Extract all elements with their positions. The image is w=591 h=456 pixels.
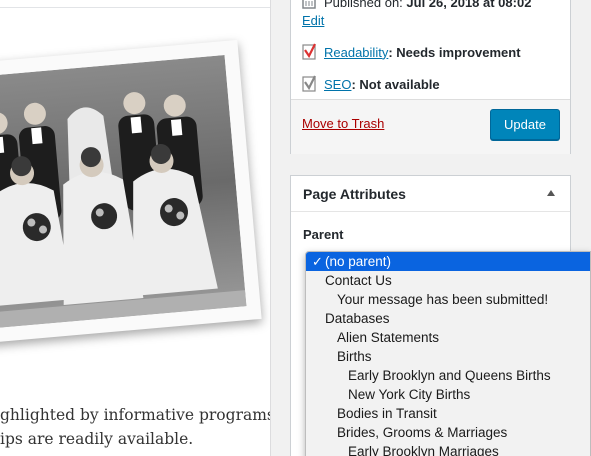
editor-text-line: ghlighted by informative programs — [0, 406, 271, 424]
publish-actions: Move to Trash Update — [291, 99, 570, 154]
seo-score-icon — [302, 75, 318, 93]
parent-option[interactable]: Databases — [306, 309, 590, 328]
editor-canvas: ghlighted by informative programs ips ar… — [0, 0, 271, 456]
published-prefix: Published on: — [324, 0, 403, 10]
option-label: New York City Births — [348, 387, 471, 402]
publish-box: Published on: Jul 26, 2018 at 08:02 Edit… — [290, 0, 571, 154]
parent-option[interactable]: Brides, Grooms & Marriages — [306, 423, 590, 442]
seo-link[interactable]: SEO — [324, 77, 351, 92]
calendar-icon — [302, 0, 318, 11]
page-attributes-title: Page Attributes — [303, 186, 406, 202]
parent-option[interactable]: Alien Statements — [306, 328, 590, 347]
option-label: Databases — [325, 311, 390, 326]
parent-option[interactable]: Early Brooklyn Marriages — [306, 442, 590, 456]
readability-status: : Needs improvement — [388, 44, 521, 60]
readability-score-icon — [302, 43, 318, 61]
option-label: Early Brooklyn and Queens Births — [348, 368, 551, 383]
seo-row: SEO: Not available — [302, 75, 440, 93]
collapse-arrow-icon[interactable] — [547, 190, 555, 196]
option-label: Alien Statements — [337, 330, 440, 345]
published-on-row: Published on: Jul 26, 2018 at 08:02 — [302, 0, 531, 11]
readability-link[interactable]: Readability — [324, 45, 388, 60]
page-attributes-header[interactable]: Page Attributes — [291, 176, 570, 212]
readability-row: Readability: Needs improvement — [302, 43, 521, 61]
option-label: Bodies in Transit — [337, 406, 437, 421]
editor-body-text[interactable]: ghlighted by informative programs ips ar… — [0, 406, 271, 454]
parent-option[interactable]: Contact Us — [306, 271, 590, 290]
seo-status: : Not available — [351, 76, 440, 92]
parent-option[interactable]: Bodies in Transit — [306, 404, 590, 423]
wedding-photo-frame[interactable] — [0, 39, 262, 345]
option-label: Births — [337, 349, 372, 364]
checkmark-icon: ✓ — [312, 254, 323, 269]
edit-date-link[interactable]: Edit — [302, 13, 324, 28]
published-date: Jul 26, 2018 at 08:02 — [406, 0, 532, 10]
parent-option[interactable]: Births — [306, 347, 590, 366]
move-to-trash-link[interactable]: Move to Trash — [302, 116, 384, 131]
parent-option[interactable]: New York City Births — [306, 385, 590, 404]
parent-option[interactable]: Your message has been submitted! — [306, 290, 590, 309]
option-label: Your message has been submitted! — [337, 292, 549, 307]
wedding-photo — [0, 55, 247, 329]
option-label: Brides, Grooms & Marriages — [337, 425, 508, 440]
parent-option[interactable]: ✓ (no parent) — [306, 252, 590, 271]
parent-option[interactable]: Early Brooklyn and Queens Births — [306, 366, 590, 385]
option-label: Early Brooklyn Marriages — [348, 444, 499, 456]
parent-label: Parent — [303, 227, 344, 242]
editor-divider — [0, 7, 270, 8]
update-button[interactable]: Update — [490, 109, 560, 140]
editor-text-line: ips are readily available. — [0, 430, 194, 448]
option-label: (no parent) — [325, 254, 392, 269]
option-label: Contact Us — [325, 273, 392, 288]
parent-dropdown-list[interactable]: ✓ (no parent) Contact Us Your message ha… — [305, 251, 591, 456]
